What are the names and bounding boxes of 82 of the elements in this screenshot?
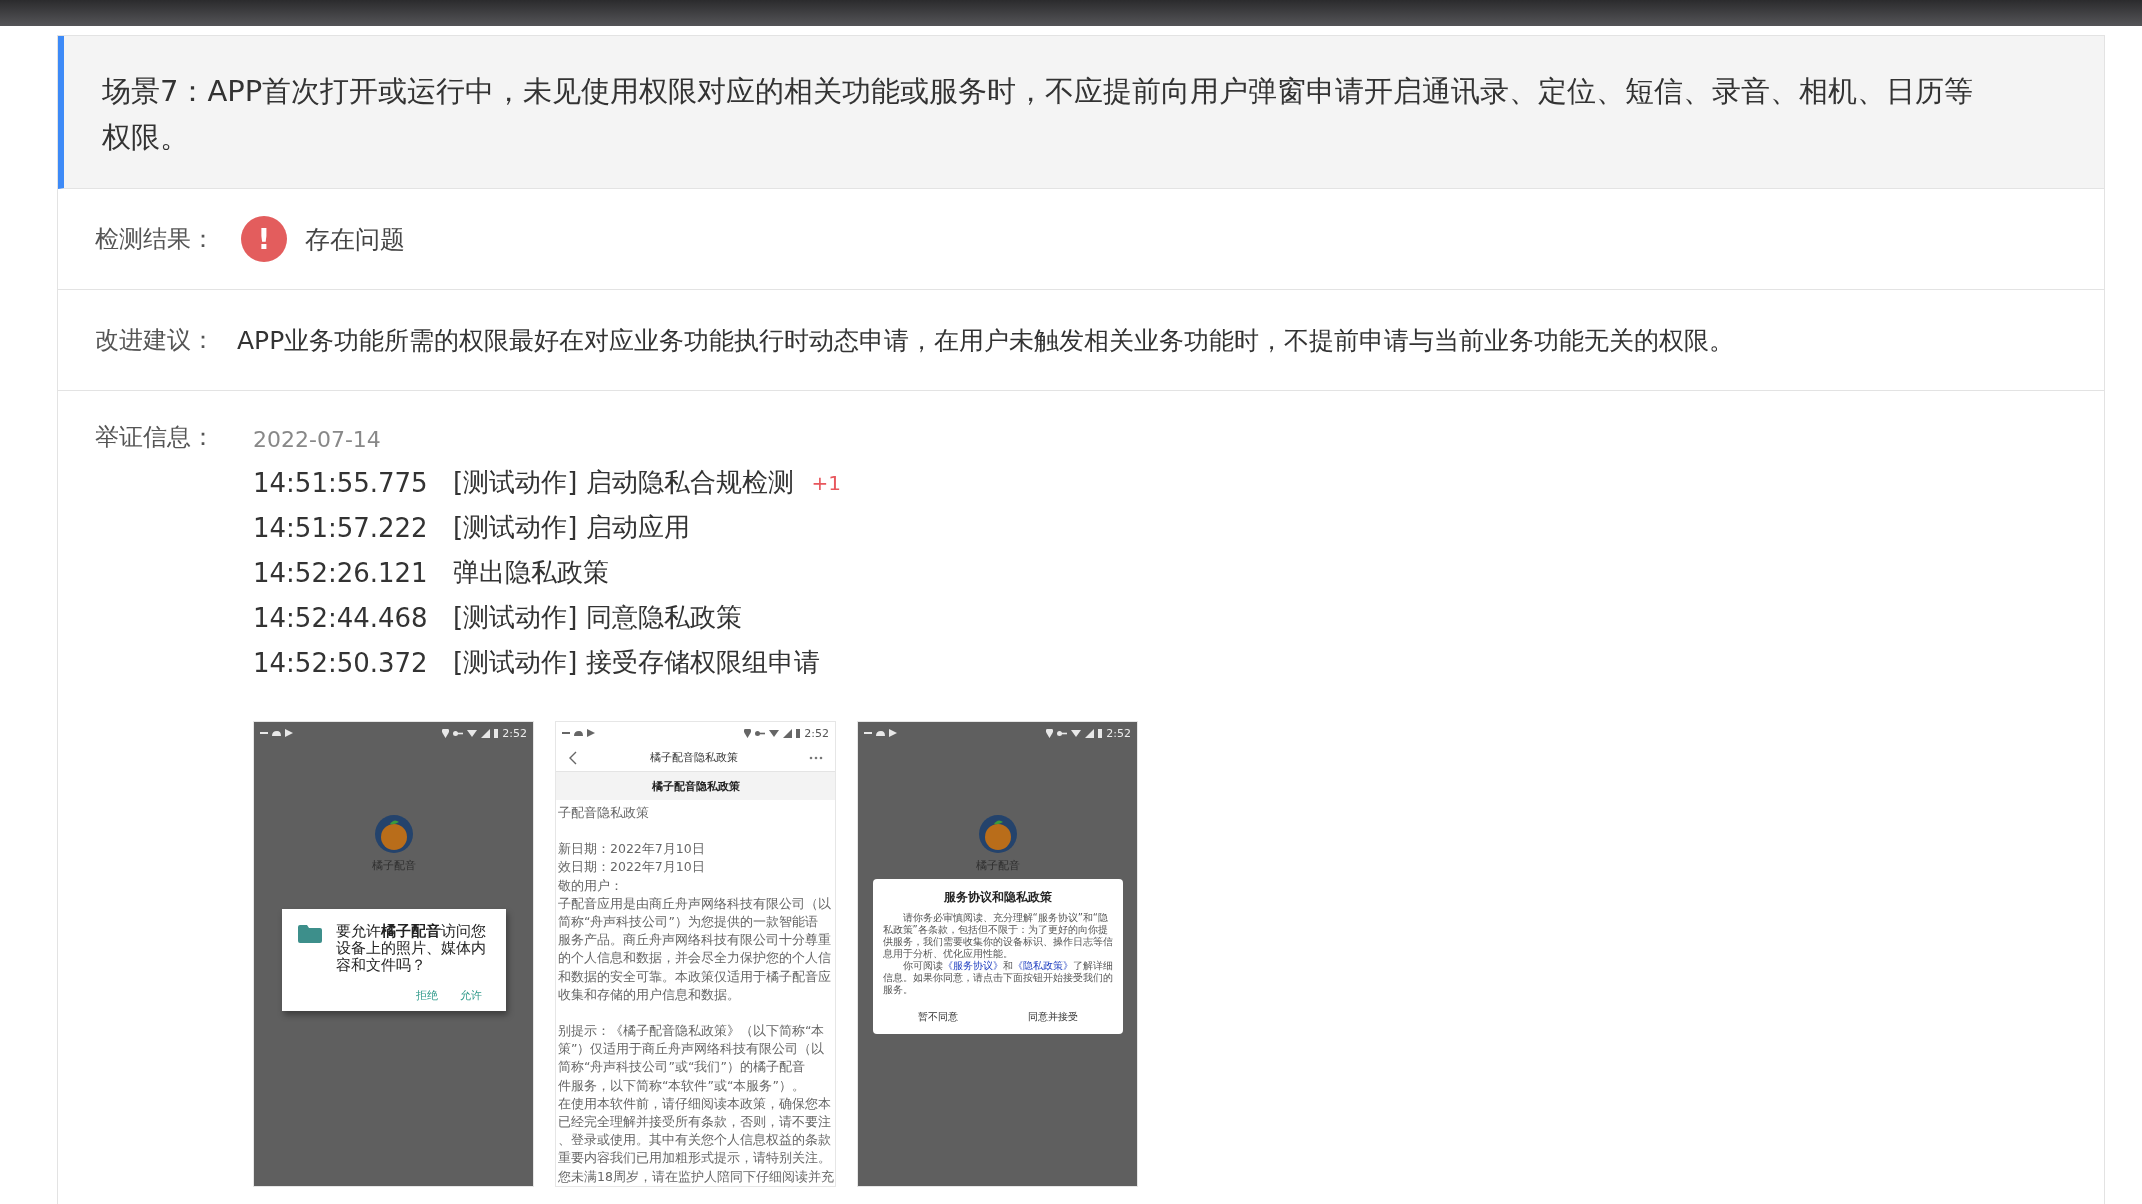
event-action: [测试动作] 同意隐私政策 xyxy=(453,601,742,634)
result-label: 检测结果： xyxy=(95,224,215,255)
dialog-text: 你可阅读《服务协议》和《隐私政策》了解详细信息。如果你同意，请点击下面按钮开始接受我们的服务。 xyxy=(882,960,1113,996)
policy-text-line: 效日期：2022年7月10日 xyxy=(558,858,706,877)
dialog-text: 请你务必审慎阅读、充分理解“服务协议”和“隐私政策”各条款，包括但不限于：为了更好的向你提供服务，我们需要收集你的设备标识、操作日志等信息用于分析、优化应用性能。 xyxy=(882,912,1113,960)
status-time: 2:52 xyxy=(804,726,829,740)
dialog-button[interactable]: 同意并接受 xyxy=(1027,1010,1078,1024)
send-icon xyxy=(587,729,595,737)
policy-text-line: 服务产品。商丘舟声网络科技有限公司十分尊重 xyxy=(558,931,832,950)
policy-heading: 橘子配音隐私政策 xyxy=(651,778,740,794)
wifi-icon xyxy=(1071,729,1082,737)
cloud-icon xyxy=(876,730,885,736)
event-action: [测试动作] 启动应用 xyxy=(453,511,690,544)
event-action: 弹出隐私政策 xyxy=(453,556,609,589)
policy-text-line: 您未满18周岁，请在监护人陪同下仔细阅读并充 xyxy=(558,1167,835,1186)
key-icon xyxy=(453,730,464,736)
policy-text-line: 敬的用户： xyxy=(558,876,624,895)
dialog-button[interactable]: 拒绝 xyxy=(415,988,438,1003)
policy-text-line: 和数据的安全可靠。本政策仅适用于橘子配音应 xyxy=(558,967,832,986)
battery-icon xyxy=(1098,728,1103,738)
evidence-date: 2022-07-14 xyxy=(253,427,382,452)
alert-icon: ! xyxy=(241,216,287,262)
event-time: 14:52:50.372 xyxy=(253,647,429,678)
back-icon[interactable] xyxy=(568,750,578,765)
more-icon[interactable] xyxy=(809,755,823,760)
key-icon xyxy=(1057,730,1068,736)
scenario-title: 场景7：APP首次打开或运行中，未见使用权限对应的相关功能或服务时，不应提前向用户弹窗申请开启通讯录、定位、短信、录音、相机、日历等权限。 xyxy=(102,73,1975,156)
send-icon xyxy=(889,729,897,737)
policy-text-line: 已经完全理解并接受所有条款，否则，请不要注 xyxy=(558,1113,832,1132)
policy-text-line: 子配音应用是由商丘舟声网络科技有限公司（以 xyxy=(558,894,832,913)
policy-text-line: 策”）仅适用于商丘舟声网络科技有限公司（以 xyxy=(558,1040,826,1059)
dash-icon xyxy=(260,732,268,734)
cloud-icon xyxy=(574,730,583,736)
policy-text-line: 简称“舟声科技公司”或“我们”）的橘子配音 xyxy=(558,1058,806,1077)
result-status: 存在问题 xyxy=(305,223,405,256)
policy-text-line: 、登录或使用。其中有关您个人信息权益的条款 xyxy=(558,1131,832,1150)
event-time: 14:52:44.468 xyxy=(253,602,429,633)
status-time: 2:52 xyxy=(502,726,527,740)
key-icon xyxy=(755,730,766,736)
dash-icon xyxy=(864,732,872,734)
policy-text-line: 在使用本软件前，请仔细阅读本政策，确保您本 xyxy=(558,1094,832,1113)
cloud-icon xyxy=(272,730,281,736)
send-icon xyxy=(285,729,293,737)
event-count: +1 xyxy=(811,470,842,495)
status-time: 2:52 xyxy=(1106,726,1131,740)
evidence-label: 举证信息： xyxy=(95,422,215,453)
signal-icon xyxy=(783,728,793,738)
policy-text-line: 新日期：2022年7月10日 xyxy=(558,840,706,859)
event-action: [测试动作] 启动隐私合规检测 xyxy=(453,466,794,499)
event-time: 14:51:55.775 xyxy=(253,467,429,498)
event-action: [测试动作] 接受存储权限组申请 xyxy=(453,646,820,679)
policy-text-line: 件服务，以下简称“本软件”或“本服务”）。 xyxy=(558,1076,806,1095)
dialog-button[interactable]: 暂不同意 xyxy=(917,1010,958,1024)
event-time: 14:51:57.222 xyxy=(253,512,429,543)
battery-icon xyxy=(796,728,801,738)
policy-text-line: 简称“舟声科技公司”）为您提供的一款智能语 xyxy=(558,913,819,931)
policy-text-line: 重要内容我们已用加粗形式提示，请特别关注。 xyxy=(558,1149,832,1168)
signal-icon xyxy=(1085,728,1095,738)
app-logo-icon xyxy=(977,814,1018,854)
policy-text-line: 的个人信息和数据，并会尽全力保护您的个人信 xyxy=(558,949,832,968)
event-time: 14:52:26.121 xyxy=(253,557,429,588)
dialog-button[interactable]: 允许 xyxy=(459,988,482,1003)
policy-link[interactable]: 《隐私政策》 xyxy=(1012,960,1073,971)
app-logo-icon xyxy=(373,814,414,854)
battery-icon xyxy=(494,728,499,738)
policy-text-line: 别提示：《橘子配音隐私政策》（以下简称“本 xyxy=(558,1022,826,1041)
folder-icon xyxy=(297,925,322,943)
policy-text-line: 子配音隐私政策 xyxy=(558,804,650,822)
suggestion-text: APP业务功能所需的权限最好在对应业务功能执行时动态申请，在用户未触发相关业务功能时，不提前申请与当前业务功能无关的权限。 xyxy=(237,324,1735,357)
location-icon xyxy=(744,728,752,738)
location-icon xyxy=(442,728,450,738)
dash-icon xyxy=(562,732,570,734)
location-icon xyxy=(1046,728,1054,738)
wifi-icon xyxy=(467,729,478,737)
permission-message: 要允许橘子配音访问您设备上的照片、媒体内容和文件吗？ xyxy=(335,923,487,974)
page-title: 橘子配音隐私政策 xyxy=(649,750,738,765)
policy-text-line: 收集和存储的用户信息和数据。 xyxy=(558,985,741,1004)
suggestion-label: 改进建议： xyxy=(95,325,215,356)
dialog-title: 服务协议和隐私政策 xyxy=(943,889,1052,906)
policy-link[interactable]: 《服务协议》 xyxy=(942,960,1003,971)
wifi-icon xyxy=(769,729,780,737)
signal-icon xyxy=(481,728,491,738)
